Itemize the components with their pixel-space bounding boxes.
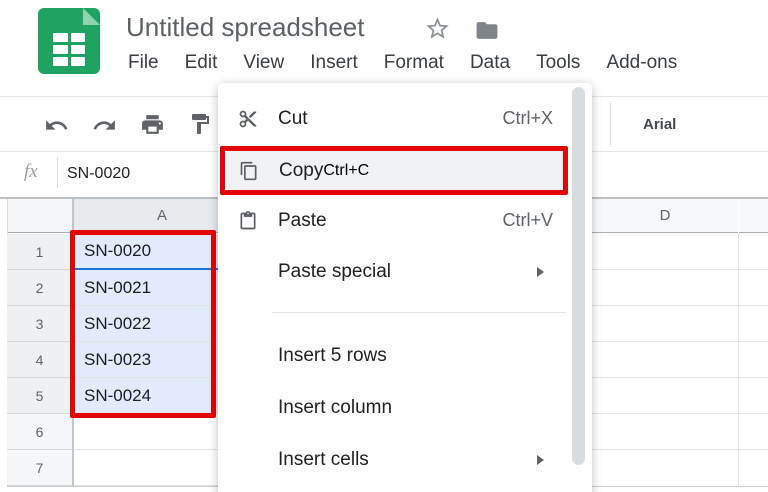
menu-item-label: Insert 5 rows bbox=[278, 345, 387, 367]
menu-tools[interactable]: Tools bbox=[536, 52, 580, 74]
menu-item-label: Paste bbox=[278, 210, 327, 232]
sheets-logo-fold bbox=[83, 8, 100, 25]
submenu-arrow-icon bbox=[537, 455, 544, 465]
cell-a4[interactable]: SN-0023 bbox=[74, 342, 226, 378]
scissors-icon bbox=[238, 109, 258, 129]
formula-bar-input[interactable]: SN-0020 bbox=[67, 165, 130, 183]
menu-item-shortcut: Ctrl+V bbox=[502, 210, 553, 231]
menu-item-label: Paste special bbox=[278, 261, 391, 283]
menu-item-insert-cells[interactable]: Insert cells bbox=[218, 434, 592, 485]
formula-bar-separator bbox=[57, 158, 58, 188]
menu-item-copy[interactable]: Copy Ctrl+C bbox=[220, 146, 568, 195]
menu-item-paste[interactable]: Paste Ctrl+V bbox=[218, 195, 592, 246]
sheets-window: Untitled spreadsheet File Edit View Inse… bbox=[0, 0, 768, 492]
row-header-6[interactable]: 6 bbox=[7, 414, 72, 450]
menu-scrollbar[interactable] bbox=[572, 87, 585, 465]
menu-item-label: Insert cells bbox=[278, 449, 369, 471]
menubar: File Edit View Insert Format Data Tools … bbox=[128, 52, 677, 74]
edit-context-menu: Cut Ctrl+X Paste Ctrl+V Paste special In… bbox=[218, 83, 592, 492]
redo-icon[interactable] bbox=[92, 113, 117, 143]
menu-item-label: Insert column bbox=[278, 397, 392, 419]
document-title[interactable]: Untitled spreadsheet bbox=[126, 12, 364, 43]
cell-a7[interactable] bbox=[74, 450, 226, 486]
menu-item-label: Copy bbox=[279, 160, 323, 182]
menu-view[interactable]: View bbox=[243, 52, 284, 74]
toolbar-separator bbox=[610, 103, 611, 145]
cell-a5[interactable]: SN-0024 bbox=[74, 378, 226, 414]
star-icon[interactable] bbox=[424, 15, 451, 47]
print-icon[interactable] bbox=[140, 112, 165, 142]
row-header-2[interactable]: 2 bbox=[7, 270, 72, 306]
paint-format-icon[interactable] bbox=[188, 112, 212, 141]
cell-a2[interactable]: SN-0021 bbox=[74, 270, 226, 306]
column-header-e[interactable] bbox=[739, 199, 768, 233]
sheets-logo-icon[interactable] bbox=[38, 8, 100, 74]
column-header-d[interactable]: D bbox=[592, 199, 738, 233]
copy-icon bbox=[239, 161, 259, 181]
row-header-5[interactable]: 5 bbox=[7, 378, 72, 414]
menu-format[interactable]: Format bbox=[384, 52, 444, 74]
row-header-3[interactable]: 3 bbox=[7, 306, 72, 342]
font-family-select[interactable]: Arial bbox=[643, 116, 676, 133]
move-to-folder-icon[interactable] bbox=[472, 18, 502, 48]
row-header-1[interactable]: 1 bbox=[7, 234, 72, 270]
menu-data[interactable]: Data bbox=[470, 52, 510, 74]
cell-a1[interactable]: SN-0020 bbox=[74, 234, 226, 270]
menu-item-paste-special[interactable]: Paste special bbox=[218, 246, 592, 297]
row-header-4[interactable]: 4 bbox=[7, 342, 72, 378]
menu-file[interactable]: File bbox=[128, 52, 159, 74]
submenu-arrow-icon bbox=[537, 267, 544, 277]
menu-item-insert-5-rows[interactable]: Insert 5 rows bbox=[218, 330, 592, 381]
menu-addons[interactable]: Add-ons bbox=[606, 52, 677, 74]
cell-a3[interactable]: SN-0022 bbox=[74, 306, 226, 342]
menu-item-label: Cut bbox=[278, 108, 308, 130]
fx-label: fx bbox=[24, 161, 38, 183]
column-d-e-gridline bbox=[738, 233, 739, 486]
menu-item-cut[interactable]: Cut Ctrl+X bbox=[218, 93, 592, 144]
menu-separator bbox=[272, 312, 566, 313]
cell-a6[interactable] bbox=[74, 414, 226, 450]
menu-item-insert-column[interactable]: Insert column bbox=[218, 382, 592, 433]
sheets-logo-grid bbox=[53, 33, 85, 66]
menu-insert[interactable]: Insert bbox=[310, 52, 358, 74]
menu-item-shortcut: Ctrl+C bbox=[323, 162, 369, 180]
row-header-7[interactable]: 7 bbox=[7, 450, 72, 486]
menu-edit[interactable]: Edit bbox=[185, 52, 218, 74]
select-all-corner[interactable] bbox=[7, 199, 72, 233]
paste-icon bbox=[238, 211, 258, 231]
undo-icon[interactable] bbox=[44, 113, 69, 143]
menu-item-shortcut: Ctrl+X bbox=[502, 108, 553, 129]
